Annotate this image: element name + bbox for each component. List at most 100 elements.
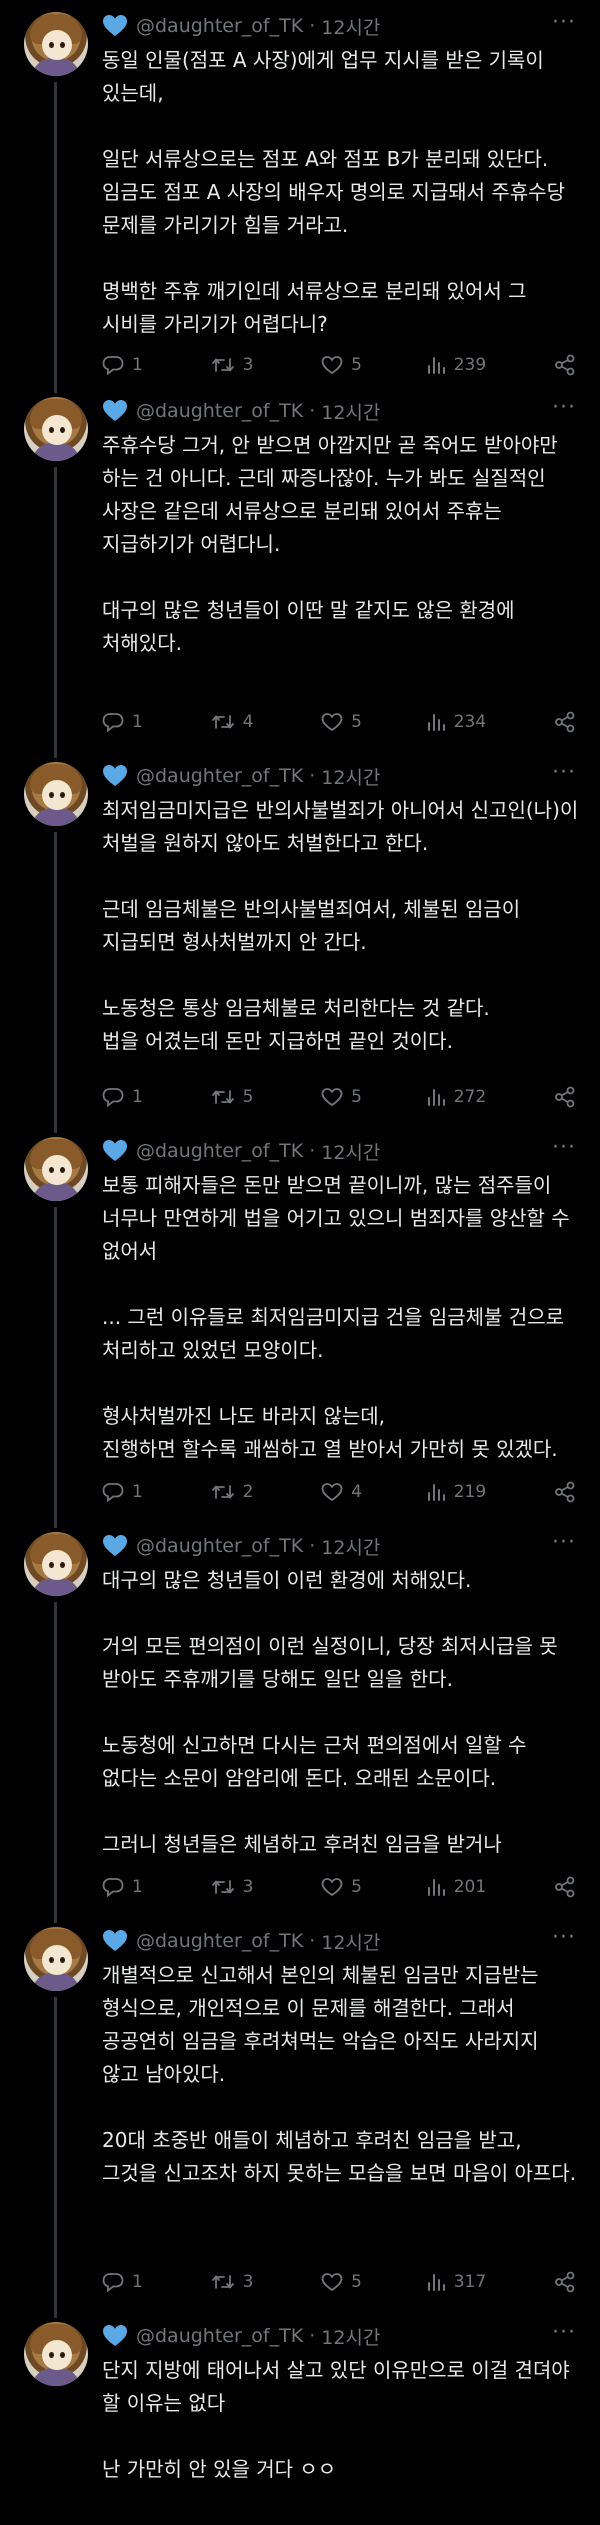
heart-icon [102, 2324, 128, 2348]
more-options-icon[interactable]: ··· [552, 2320, 576, 2345]
thread-line [54, 1602, 57, 1923]
avatar[interactable] [24, 762, 88, 826]
like-count: 5 [351, 1087, 362, 1107]
tweet-1[interactable]: @daughter_of_TK · 12시간 ··· 동일 인물(점포 A 사장… [0, 0, 600, 393]
reply-count: 1 [132, 1482, 143, 1502]
more-options-icon[interactable]: ··· [552, 1135, 576, 1160]
views-count: 219 [453, 1482, 487, 1502]
avatar[interactable] [24, 2322, 88, 2386]
author-handle[interactable]: @daughter_of_TK [136, 765, 303, 787]
avatar[interactable] [24, 12, 88, 76]
tweet-4[interactable]: @daughter_of_TK · 12시간 ··· 보통 피해자들은 돈만 받… [0, 1125, 600, 1528]
share-button[interactable] [554, 1086, 576, 1108]
timestamp[interactable]: 12시간 [321, 398, 380, 425]
timestamp[interactable]: 12시간 [321, 2323, 380, 2350]
more-options-icon[interactable]: ··· [552, 1925, 576, 1950]
tweet-text: 대구의 많은 청년들이 이런 환경에 처해있다. 거의 모든 편의점이 이런 실… [102, 1568, 558, 1856]
more-options-icon[interactable]: ··· [552, 1530, 576, 1555]
tweet-actions: 1 3 5 317 [102, 2267, 576, 2297]
share-button[interactable] [554, 354, 576, 376]
like-button[interactable]: 5 [321, 1087, 426, 1107]
retweet-count: 3 [242, 1877, 254, 1897]
retweet-button[interactable]: 3 [211, 2272, 322, 2292]
more-options-icon[interactable]: ··· [552, 760, 576, 785]
like-button[interactable]: 5 [321, 1877, 426, 1897]
retweet-button[interactable]: 5 [211, 1087, 322, 1107]
more-options-icon[interactable]: ··· [552, 395, 576, 420]
like-button[interactable]: 5 [321, 2272, 426, 2292]
tweet-actions: 1 3 5 201 [102, 1872, 576, 1902]
separator: · [309, 1930, 316, 1952]
retweet-button[interactable]: 4 [211, 712, 322, 732]
tweet-text: 동일 인물(점포 A 사장)에게 업무 지시를 받은 기록이 있는데, 일단 서… [102, 48, 565, 336]
heart-icon [102, 764, 128, 788]
tweet-2[interactable]: @daughter_of_TK · 12시간 ··· 주휴수당 그거, 안 받으… [0, 385, 600, 758]
views-button[interactable]: 272 [426, 1087, 554, 1107]
views-button[interactable]: 317 [426, 2272, 554, 2292]
author-handle[interactable]: @daughter_of_TK [136, 15, 303, 37]
share-button[interactable] [554, 1481, 576, 1503]
tweet-3[interactable]: @daughter_of_TK · 12시간 ··· 최저임금미지급은 반의사불… [0, 750, 600, 1133]
author-handle[interactable]: @daughter_of_TK [136, 2325, 303, 2347]
timestamp[interactable]: 12시간 [321, 763, 380, 790]
avatar[interactable] [24, 1532, 88, 1596]
heart-icon [102, 1929, 128, 1953]
share-icon [554, 2271, 576, 2293]
more-options-icon[interactable]: ··· [552, 10, 576, 35]
like-button[interactable]: 5 [321, 712, 426, 732]
like-icon [321, 712, 343, 732]
reply-count: 1 [132, 1087, 143, 1107]
views-button[interactable]: 239 [426, 355, 554, 375]
reply-button[interactable]: 1 [102, 1482, 211, 1502]
views-count: 201 [453, 1877, 487, 1897]
reply-button[interactable]: 1 [102, 712, 211, 732]
share-button[interactable] [554, 711, 576, 733]
tweet-text: 최저임금미지급은 반의사불벌죄가 아니어서 신고인(나)이 처벌을 원하지 않아… [102, 798, 579, 1053]
share-icon [554, 1481, 576, 1503]
author-handle[interactable]: @daughter_of_TK [136, 1535, 303, 1557]
timestamp[interactable]: 12시간 [321, 13, 380, 40]
views-button[interactable]: 219 [426, 1482, 554, 1502]
author-handle[interactable]: @daughter_of_TK [136, 1140, 303, 1162]
avatar[interactable] [24, 397, 88, 461]
tweet-6[interactable]: @daughter_of_TK · 12시간 ··· 개별적으로 신고해서 본인… [0, 1915, 600, 2318]
share-icon [554, 1876, 576, 1898]
reply-button[interactable]: 1 [102, 2272, 211, 2292]
separator: · [309, 15, 316, 37]
like-button[interactable]: 4 [321, 1482, 426, 1502]
views-button[interactable]: 201 [426, 1877, 554, 1897]
tweet-7[interactable]: @daughter_of_TK · 12시간 ··· 단지 지방에 태어나서 살… [0, 2310, 600, 2525]
tweet-header: @daughter_of_TK · 12시간 [102, 1137, 380, 1165]
reply-icon [102, 1877, 124, 1897]
retweet-button[interactable]: 3 [211, 355, 322, 375]
timestamp[interactable]: 12시간 [321, 1138, 380, 1165]
avatar[interactable] [24, 1137, 88, 1201]
author-handle[interactable]: @daughter_of_TK [136, 400, 303, 422]
retweet-button[interactable]: 3 [211, 1877, 322, 1897]
heart-icon [102, 1534, 128, 1558]
share-button[interactable] [554, 1876, 576, 1898]
tweet-actions: 1 5 5 272 [102, 1082, 576, 1112]
views-count: 239 [453, 355, 487, 375]
timestamp[interactable]: 12시간 [321, 1928, 380, 1955]
reply-icon [102, 1087, 124, 1107]
tweet-5[interactable]: @daughter_of_TK · 12시간 ··· 대구의 많은 청년들이 이… [0, 1520, 600, 1923]
retweet-count: 4 [242, 712, 254, 732]
views-icon [426, 1877, 446, 1897]
reply-button[interactable]: 1 [102, 355, 211, 375]
tweet-actions: 1 3 5 239 [102, 350, 576, 380]
timestamp[interactable]: 12시간 [321, 1533, 380, 1560]
retweet-icon [211, 355, 235, 375]
reply-count: 1 [132, 1877, 143, 1897]
reply-button[interactable]: 1 [102, 1877, 211, 1897]
like-button[interactable]: 5 [321, 355, 426, 375]
author-handle[interactable]: @daughter_of_TK [136, 1930, 303, 1952]
avatar[interactable] [24, 1927, 88, 1991]
views-button[interactable]: 234 [426, 712, 554, 732]
reply-button[interactable]: 1 [102, 1087, 211, 1107]
retweet-button[interactable]: 2 [211, 1482, 322, 1502]
retweet-icon [211, 712, 235, 732]
share-button[interactable] [554, 2271, 576, 2293]
like-count: 5 [351, 1877, 362, 1897]
separator: · [309, 2325, 316, 2347]
